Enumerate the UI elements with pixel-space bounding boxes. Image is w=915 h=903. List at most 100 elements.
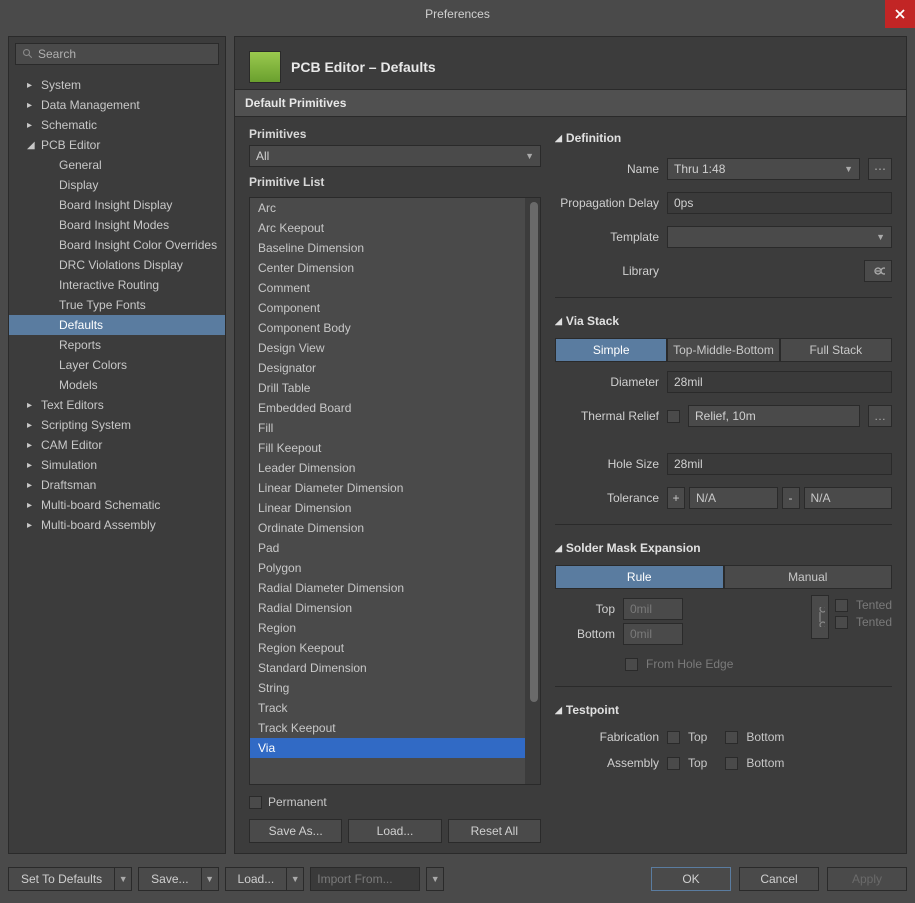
fab-top-checkbox[interactable] bbox=[667, 731, 680, 744]
solder-mask-tab[interactable]: Rule bbox=[555, 565, 724, 589]
tree-item-child[interactable]: Interactive Routing bbox=[9, 275, 225, 295]
scrollbar[interactable] bbox=[525, 198, 540, 784]
testpoint-group[interactable]: ◢Testpoint bbox=[555, 699, 892, 721]
reset-all-button[interactable]: Reset All bbox=[448, 819, 541, 843]
thermal-more-button[interactable]: … bbox=[868, 405, 892, 427]
list-item[interactable]: Center Dimension bbox=[250, 258, 540, 278]
list-item[interactable]: Region bbox=[250, 618, 540, 638]
tree-item[interactable]: ▸Simulation bbox=[9, 455, 225, 475]
list-item[interactable]: Linear Dimension bbox=[250, 498, 540, 518]
list-item[interactable]: Track Keepout bbox=[250, 718, 540, 738]
permanent-checkbox[interactable] bbox=[249, 796, 262, 809]
list-item[interactable]: Track bbox=[250, 698, 540, 718]
tree-item[interactable]: ▸System bbox=[9, 75, 225, 95]
chevron-down-icon[interactable]: ▼ bbox=[114, 867, 132, 891]
list-item[interactable]: Baseline Dimension bbox=[250, 238, 540, 258]
solder-mask-tab[interactable]: Manual bbox=[724, 565, 893, 589]
list-item[interactable]: Arc Keepout bbox=[250, 218, 540, 238]
list-item[interactable]: Linear Diameter Dimension bbox=[250, 478, 540, 498]
list-item[interactable]: Radial Dimension bbox=[250, 598, 540, 618]
set-defaults-split[interactable]: Set To Defaults ▼ bbox=[8, 867, 132, 891]
library-link-button[interactable] bbox=[864, 260, 892, 282]
hole-size-label: Hole Size bbox=[555, 457, 659, 471]
list-item[interactable]: Designator bbox=[250, 358, 540, 378]
list-item[interactable]: Arc bbox=[250, 198, 540, 218]
import-from-input[interactable]: Import From... bbox=[310, 867, 420, 891]
via-stack-tab[interactable]: Top-Middle-Bottom bbox=[667, 338, 779, 362]
diameter-input[interactable]: 28mil bbox=[667, 371, 892, 393]
save-as-button[interactable]: Save As... bbox=[249, 819, 342, 843]
list-item[interactable]: String bbox=[250, 678, 540, 698]
via-stack-group[interactable]: ◢Via Stack bbox=[555, 310, 892, 332]
solder-mask-group[interactable]: ◢Solder Mask Expansion bbox=[555, 537, 892, 559]
tree-item[interactable]: ▸Scripting System bbox=[9, 415, 225, 435]
prop-delay-input[interactable]: 0ps bbox=[667, 192, 892, 214]
name-more-button[interactable]: ⋯ bbox=[868, 158, 892, 180]
tree-item-child[interactable]: Reports bbox=[9, 335, 225, 355]
ok-button[interactable]: OK bbox=[651, 867, 731, 891]
list-item[interactable]: Standard Dimension bbox=[250, 658, 540, 678]
tree-item[interactable]: ▸Data Management bbox=[9, 95, 225, 115]
tol-plus-input[interactable]: N/A bbox=[689, 487, 778, 509]
list-item[interactable]: Ordinate Dimension bbox=[250, 518, 540, 538]
tree-item[interactable]: ▸Schematic bbox=[9, 115, 225, 135]
tree-item-child[interactable]: DRC Violations Display bbox=[9, 255, 225, 275]
tree-item-child[interactable]: General bbox=[9, 155, 225, 175]
primitive-list[interactable]: ArcArc KeepoutBaseline DimensionCenter D… bbox=[249, 197, 541, 785]
load-button[interactable]: Load... bbox=[348, 819, 441, 843]
list-item[interactable]: Via bbox=[250, 738, 540, 758]
permanent-checkbox-row[interactable]: Permanent bbox=[249, 795, 541, 809]
tol-minus-input[interactable]: N/A bbox=[804, 487, 893, 509]
tree-item-child[interactable]: Defaults bbox=[9, 315, 225, 335]
list-item[interactable]: Comment bbox=[250, 278, 540, 298]
list-item[interactable]: Polygon bbox=[250, 558, 540, 578]
list-item[interactable]: Pad bbox=[250, 538, 540, 558]
save-split[interactable]: Save... ▼ bbox=[138, 867, 218, 891]
list-item[interactable]: Component Body bbox=[250, 318, 540, 338]
list-item[interactable]: Embedded Board bbox=[250, 398, 540, 418]
chevron-down-icon[interactable]: ▼ bbox=[201, 867, 219, 891]
hole-size-input[interactable]: 28mil bbox=[667, 453, 892, 475]
close-button[interactable] bbox=[885, 0, 915, 28]
thermal-checkbox[interactable] bbox=[667, 410, 680, 423]
caret-icon: ▸ bbox=[27, 460, 37, 471]
fab-bottom-checkbox[interactable] bbox=[725, 731, 738, 744]
link-top-bottom-icon[interactable] bbox=[811, 595, 829, 639]
template-dropdown[interactable]: ▼ bbox=[667, 226, 892, 248]
scrollbar-thumb[interactable] bbox=[530, 202, 538, 702]
search-input[interactable]: Search bbox=[15, 43, 219, 65]
tree-item[interactable]: ▸Text Editors bbox=[9, 395, 225, 415]
tree-item[interactable]: ▸CAM Editor bbox=[9, 435, 225, 455]
load-split[interactable]: Load... ▼ bbox=[225, 867, 305, 891]
tree-item-child[interactable]: Board Insight Display bbox=[9, 195, 225, 215]
list-item[interactable]: Leader Dimension bbox=[250, 458, 540, 478]
tree-item-child[interactable]: True Type Fonts bbox=[9, 295, 225, 315]
tree-item[interactable]: ▸Draftsman bbox=[9, 475, 225, 495]
definition-group[interactable]: ◢Definition bbox=[555, 127, 892, 149]
asm-bottom-checkbox[interactable] bbox=[725, 757, 738, 770]
name-dropdown[interactable]: Thru 1:48▼ bbox=[667, 158, 860, 180]
list-item[interactable]: Component bbox=[250, 298, 540, 318]
tree-item-child[interactable]: Board Insight Color Overrides bbox=[9, 235, 225, 255]
list-item[interactable]: Design View bbox=[250, 338, 540, 358]
list-item[interactable]: Drill Table bbox=[250, 378, 540, 398]
tree-item-child[interactable]: Layer Colors bbox=[9, 355, 225, 375]
tree-item-child[interactable]: Display bbox=[9, 175, 225, 195]
chevron-down-icon[interactable]: ▼ bbox=[286, 867, 304, 891]
list-item[interactable]: Fill bbox=[250, 418, 540, 438]
tree-item[interactable]: ▸Multi-board Schematic bbox=[9, 495, 225, 515]
tree-item[interactable]: ◢PCB Editor bbox=[9, 135, 225, 155]
tree-item-child[interactable]: Board Insight Modes bbox=[9, 215, 225, 235]
via-stack-tab[interactable]: Full Stack bbox=[780, 338, 892, 362]
primitives-filter-dropdown[interactable]: All ▼ bbox=[249, 145, 541, 167]
cancel-button[interactable]: Cancel bbox=[739, 867, 819, 891]
tree-item-child[interactable]: Models bbox=[9, 375, 225, 395]
via-stack-tab[interactable]: Simple bbox=[555, 338, 667, 362]
list-item[interactable]: Region Keepout bbox=[250, 638, 540, 658]
content-panel: PCB Editor – Defaults Default Primitives… bbox=[234, 36, 907, 854]
tree-item[interactable]: ▸Multi-board Assembly bbox=[9, 515, 225, 535]
asm-top-checkbox[interactable] bbox=[667, 757, 680, 770]
list-item[interactable]: Radial Diameter Dimension bbox=[250, 578, 540, 598]
list-item[interactable]: Fill Keepout bbox=[250, 438, 540, 458]
chevron-down-icon[interactable]: ▼ bbox=[426, 867, 444, 891]
